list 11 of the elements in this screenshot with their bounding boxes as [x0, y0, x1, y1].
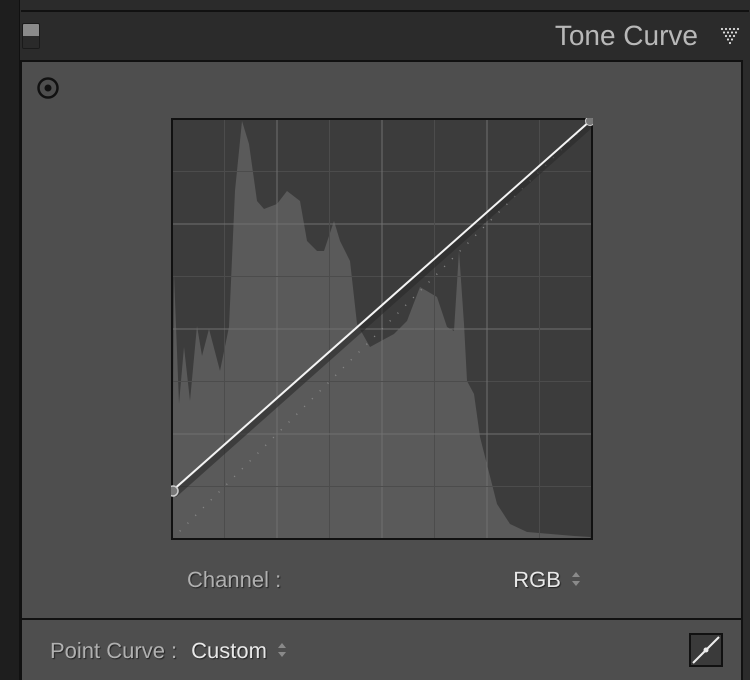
- panel-title: Tone Curve: [554, 18, 698, 53]
- collapse-triangle-icon[interactable]: [720, 26, 740, 45]
- point-curve-label: Point Curve :: [50, 636, 178, 664]
- stepper-arrows-icon: [276, 641, 287, 659]
- channel-dropdown[interactable]: RGB: [513, 562, 581, 596]
- point-curve-edit-icon[interactable]: [689, 633, 723, 667]
- stepper-arrows-icon: [570, 570, 581, 588]
- panel-toggle[interactable]: [22, 22, 40, 49]
- point-curve-dropdown[interactable]: Custom: [191, 634, 287, 666]
- channel-label: Channel :: [187, 566, 282, 594]
- tone-curve-graph-drawing[interactable]: [171, 118, 593, 540]
